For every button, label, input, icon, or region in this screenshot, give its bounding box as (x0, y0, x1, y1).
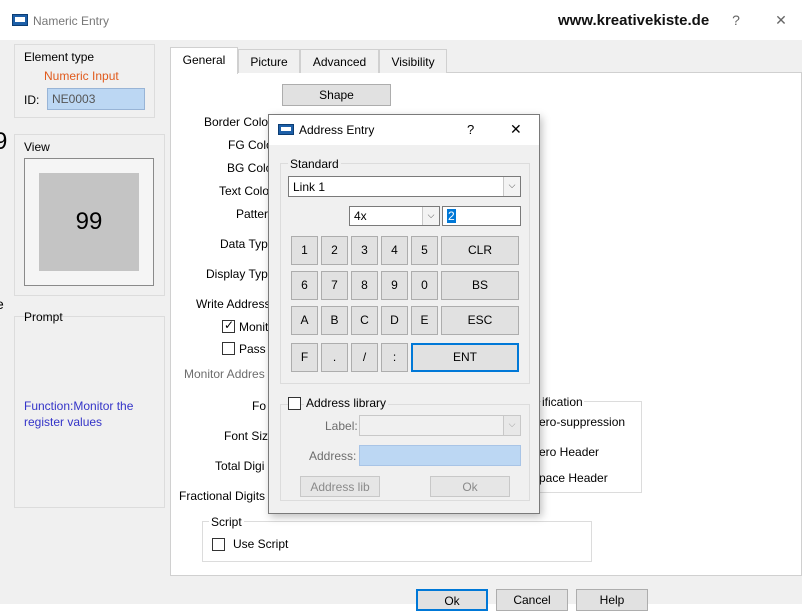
key-0[interactable]: 0 (411, 271, 438, 300)
element-type-value: Numeric Input (44, 69, 119, 83)
key-f[interactable]: F (291, 343, 318, 372)
tab-visibility[interactable]: Visibility (379, 49, 447, 73)
pattern-label: Patter (236, 207, 269, 221)
preview-value: 99 (39, 173, 139, 271)
address-entry-dialog: Address Entry ? ✕ Standard Link 1 ⌵ 4x ⌵… (268, 114, 540, 514)
register-type-value: 4x (354, 209, 367, 223)
key-a[interactable]: A (291, 306, 318, 335)
register-type-select[interactable]: 4x ⌵ (349, 206, 440, 226)
script-group-label: Script (209, 515, 244, 529)
font-label: Fo (252, 399, 267, 413)
key-c[interactable]: C (351, 306, 378, 335)
library-address-field[interactable] (359, 445, 521, 466)
address-field-label: Address: (309, 449, 357, 463)
space-header-label: pace Header (539, 471, 608, 485)
view-label: View (24, 140, 50, 154)
key-ent[interactable]: ENT (411, 343, 519, 372)
write-address-label: Write Address (196, 297, 271, 311)
close-icon[interactable]: ✕ (771, 12, 791, 29)
dialog-title: Address Entry (299, 123, 375, 137)
total-digits-label: Total Digi (215, 459, 265, 473)
chevron-down-icon: ⌵ (503, 416, 520, 435)
dialog-help-icon[interactable]: ? (467, 122, 474, 137)
cropped-text-fragment-2: e (0, 296, 4, 312)
password-checkbox-label: Pass (239, 342, 266, 356)
title-bar: Nameric Entry www.kreativekiste.de ? ✕ (0, 0, 802, 40)
chevron-down-icon: ⌵ (422, 207, 439, 225)
key-slash[interactable]: / (351, 343, 378, 372)
monitor-checkbox-label: Monit (239, 320, 269, 334)
key-esc[interactable]: ESC (441, 306, 519, 335)
prompt-label: Prompt (24, 310, 63, 324)
text-color-label: Text Colo (219, 184, 270, 198)
key-e[interactable]: E (411, 306, 438, 335)
key-clr[interactable]: CLR (441, 236, 519, 265)
monitor-address-label: Monitor Addres (184, 367, 265, 381)
watermark-text: www.kreativekiste.de (558, 12, 710, 29)
help-icon[interactable]: ? (726, 12, 746, 28)
key-b[interactable]: B (321, 306, 348, 335)
window-title: Nameric Entry (33, 14, 110, 28)
key-6[interactable]: 6 (291, 271, 318, 300)
key-3[interactable]: 3 (351, 236, 378, 265)
modification-group-label: ification (541, 395, 584, 409)
fg-color-label: FG Colo (228, 138, 273, 152)
tab-picture[interactable]: Picture (238, 49, 300, 73)
label-field-label: Label: (325, 419, 358, 433)
address-lib-button[interactable]: Address lib (300, 476, 380, 497)
key-9[interactable]: 9 (381, 271, 408, 300)
zero-suppression-label: ero-suppression (539, 415, 626, 429)
view-preview: 99 (24, 158, 154, 286)
key-7[interactable]: 7 (321, 271, 348, 300)
key-d[interactable]: D (381, 306, 408, 335)
fractional-digits-label: Fractional Digits (179, 489, 266, 503)
cropped-text-fragment: 9 (0, 128, 8, 155)
key-colon[interactable]: : (381, 343, 408, 372)
key-2[interactable]: 2 (321, 236, 348, 265)
border-color-label: Border Colo (204, 115, 269, 129)
key-1[interactable]: 1 (291, 236, 318, 265)
tab-general[interactable]: General (170, 47, 238, 74)
prompt-text: Function:Monitor the register values (24, 399, 134, 429)
link-select-value: Link 1 (293, 180, 326, 194)
label-select[interactable]: ⌵ (359, 415, 521, 436)
use-script-checkbox[interactable] (212, 538, 225, 551)
use-script-label: Use Script (233, 537, 289, 551)
ok-button[interactable]: Ok (416, 589, 488, 611)
help-button[interactable]: Help (576, 589, 648, 611)
display-type-label: Display Typ (206, 267, 268, 281)
address-library-label: Address library (304, 396, 389, 410)
link-select[interactable]: Link 1 ⌵ (288, 176, 521, 197)
tab-advanced[interactable]: Advanced (300, 49, 379, 73)
key-dot[interactable]: . (321, 343, 348, 372)
standard-group-label: Standard (288, 157, 341, 171)
address-input-value: 2 (447, 209, 456, 223)
dialog-close-icon[interactable]: ✕ (510, 121, 522, 138)
zero-header-label: ero Header (539, 445, 600, 459)
id-label: ID: (24, 93, 40, 107)
address-input[interactable]: 2 (442, 206, 521, 226)
monitor-checkbox[interactable] (222, 318, 235, 333)
bg-color-label: BG Colo (227, 161, 273, 175)
address-library-checkbox[interactable] (288, 397, 301, 410)
dialog-ok-button[interactable]: Ok (430, 476, 510, 497)
dialog-app-icon (278, 124, 294, 135)
chevron-down-icon: ⌵ (503, 177, 520, 196)
shape-button[interactable]: Shape (282, 84, 391, 106)
font-size-label: Font Siz (224, 429, 269, 443)
data-type-label: Data Typ (220, 237, 268, 251)
key-5[interactable]: 5 (411, 236, 438, 265)
element-type-label: Element type (24, 50, 95, 64)
app-icon (12, 14, 28, 26)
dialog-title-bar: Address Entry ? ✕ (269, 115, 539, 145)
password-checkbox[interactable] (222, 342, 235, 355)
key-4[interactable]: 4 (381, 236, 408, 265)
key-bs[interactable]: BS (441, 271, 519, 300)
key-8[interactable]: 8 (351, 271, 378, 300)
cancel-button[interactable]: Cancel (496, 589, 568, 611)
id-field[interactable]: NE0003 (47, 88, 145, 110)
